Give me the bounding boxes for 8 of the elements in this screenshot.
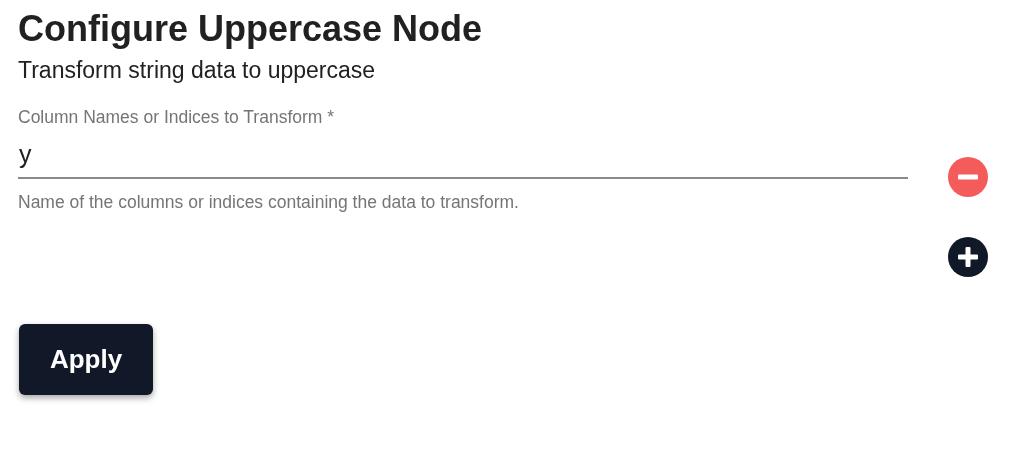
- page-title: Configure Uppercase Node: [18, 8, 483, 50]
- page-subtitle: Transform string data to uppercase: [18, 56, 377, 84]
- remove-button[interactable]: [948, 157, 988, 197]
- field-label: Column Names or Indices to Transform *: [18, 106, 335, 128]
- column-input-field[interactable]: y: [18, 132, 908, 179]
- add-button[interactable]: [948, 237, 988, 277]
- apply-button[interactable]: Apply: [19, 324, 153, 395]
- helper-text: Name of the columns or indices containing the data to transform.: [18, 191, 519, 213]
